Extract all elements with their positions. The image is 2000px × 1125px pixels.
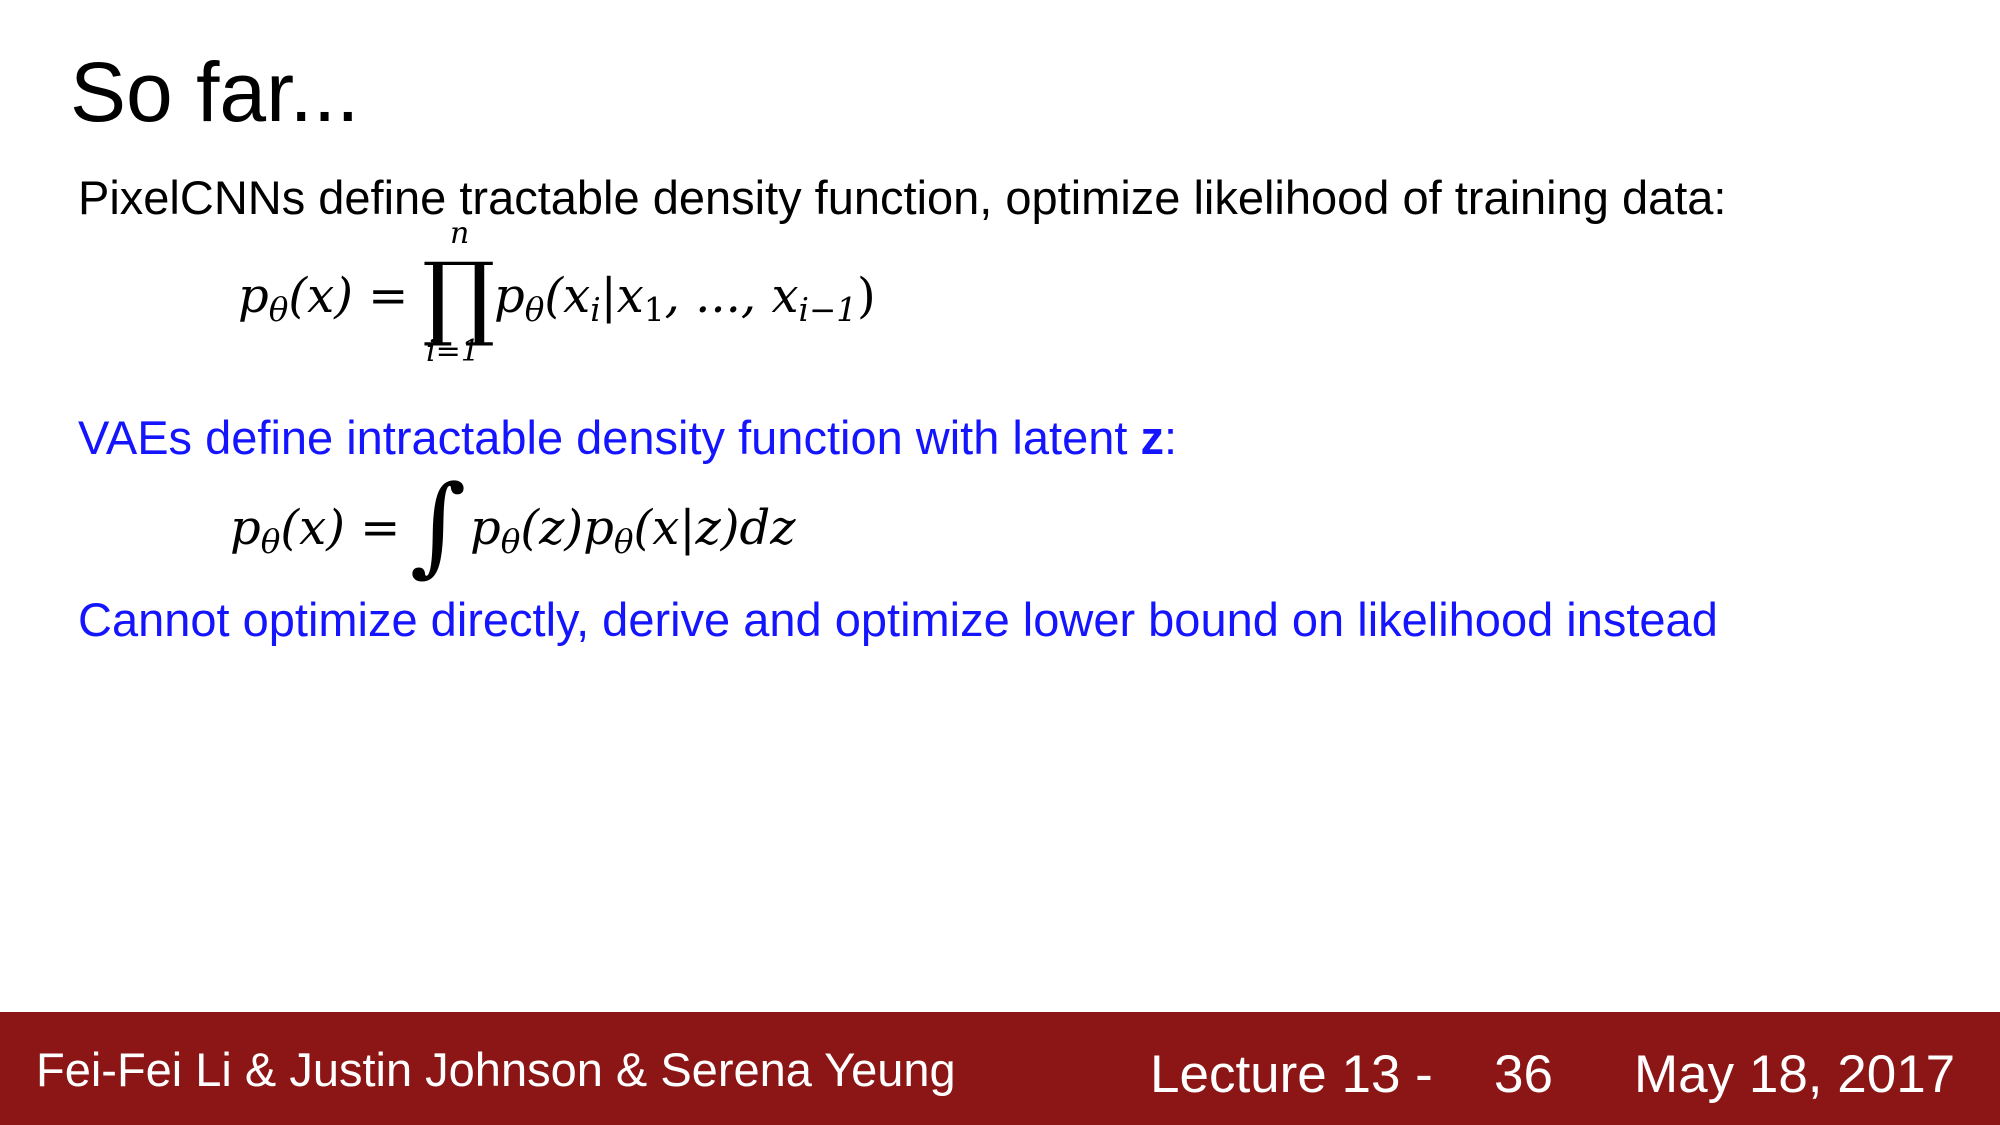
slide-title: So far... (70, 45, 360, 139)
lower-bound-statement: Cannot optimize directly, derive and opt… (78, 593, 1718, 646)
pixelcnn-statement: PixelCNNs define tractable density funct… (78, 171, 1727, 224)
footer-page-number: 36 (1494, 1045, 1553, 1104)
vae-statement-colon: : (1163, 411, 1178, 464)
equation1-lhs: pθ(x) = (238, 268, 409, 330)
vae-statement-text: VAEs define intractable density function… (78, 411, 1141, 464)
product-lower-limit: i=1 (426, 334, 480, 369)
footer-date: May 18, 2017 (1634, 1045, 1956, 1104)
latent-variable-z: z (1140, 411, 1164, 464)
equation2-rhs: pθ(z)pθ(x|z)dz (470, 500, 796, 562)
equation1-rhs: pθ(xi|x1, ..., xi−1) (494, 268, 876, 330)
vae-statement: VAEs define intractable density function… (78, 410, 1177, 466)
integral-symbol: ∫ (410, 463, 467, 588)
footer-bar: Fei-Fei Li & Justin Johnson & Serena Yeu… (0, 1012, 2000, 1125)
equation2-lhs: pθ(x) = (230, 500, 401, 562)
footer-lecture-number: Lecture 13 - (1150, 1045, 1433, 1104)
footer-authors: Fei-Fei Li & Justin Johnson & Serena Yeu… (36, 1043, 956, 1096)
product-symbol: ∏ (422, 243, 496, 350)
